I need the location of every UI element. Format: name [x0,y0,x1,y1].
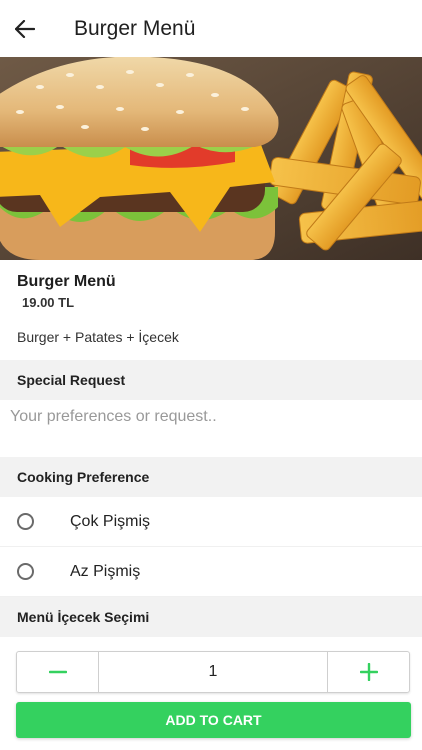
cooking-option-label: Çok Pişmiş [70,512,151,530]
page-title: Burger Menü [74,16,196,40]
add-to-cart-button[interactable]: ADD TO CART [16,702,411,738]
product-description: Burger + Patates + İçecek [17,329,179,345]
quantity-stepper: 1 [16,651,410,693]
arrow-left-icon [15,19,35,38]
radio-button[interactable] [17,513,34,530]
special-request-area [0,400,422,457]
special-request-input[interactable] [10,408,410,426]
cooking-option-az-pismis[interactable]: Az Pişmiş [0,547,422,597]
app-bar: Burger Menü [0,0,422,57]
drink-selection-header: Menü İçecek Seçimi [0,597,422,637]
quantity-value: 1 [98,652,328,692]
product-image [0,57,422,260]
minus-icon [48,670,67,674]
cooking-preference-header: Cooking Preference [0,457,422,497]
radio-button[interactable] [17,563,34,580]
increase-quantity-button[interactable] [328,652,409,692]
back-button[interactable] [0,0,50,57]
decrease-quantity-button[interactable] [17,652,98,692]
product-name: Burger Menü [17,273,116,290]
cooking-option-label: Az Pişmiş [70,562,141,580]
product-price: 19.00 TL [22,295,75,310]
special-request-header: Special Request [0,360,422,400]
cooking-option-cok-pismis[interactable]: Çok Pişmiş [0,497,422,547]
plus-icon [359,663,378,681]
